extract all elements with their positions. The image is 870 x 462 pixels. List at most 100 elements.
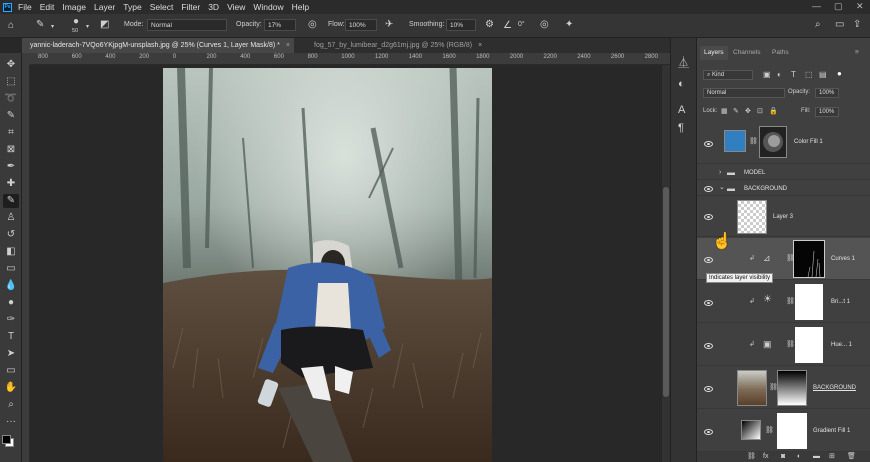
layer-name[interactable]: Bri...t 1: [831, 299, 850, 305]
history-brush-icon[interactable]: ↺: [3, 228, 19, 242]
quick-select-tool-icon[interactable]: ✎: [3, 109, 19, 123]
brush-settings-icon[interactable]: ◩: [100, 20, 109, 30]
menu-layer[interactable]: Layer: [94, 2, 115, 12]
lock-all-icon[interactable]: 🔒: [769, 107, 778, 117]
flow-field[interactable]: 100%: [345, 19, 377, 31]
layer-name[interactable]: Hue... 1: [831, 342, 852, 348]
share-icon[interactable]: ⇪: [853, 20, 861, 30]
fx-icon[interactable]: fx: [763, 452, 768, 462]
zoom-tool-icon[interactable]: ⌕: [3, 398, 19, 412]
hand-tool-icon[interactable]: ✋: [3, 381, 19, 395]
brush-tool-icon[interactable]: ✎: [36, 20, 44, 30]
brightness-adjustment-icon[interactable]: ☀: [763, 295, 772, 305]
layer-name[interactable]: Gradient Fill 1: [813, 428, 850, 434]
scrollbar-thumb[interactable]: [663, 187, 669, 397]
tab-paths[interactable]: Paths: [772, 46, 789, 59]
pen-tool-icon[interactable]: ✑: [3, 313, 19, 327]
layer-name[interactable]: MODEL: [744, 170, 765, 176]
crop-tool-icon[interactable]: ⌗: [3, 126, 19, 140]
layer-mask-thumbnail[interactable]: [777, 413, 807, 449]
menu-3d[interactable]: 3D: [208, 2, 219, 12]
layer-row-hue-1[interactable]: ↲ ▣ ⛓ Hue... 1: [697, 324, 870, 366]
eyedropper-tool-icon[interactable]: ✒: [3, 160, 19, 174]
canvas-vertical-scrollbar[interactable]: [662, 65, 670, 462]
eye-icon[interactable]: [704, 257, 713, 263]
more-tools-icon[interactable]: ···: [3, 415, 19, 429]
history-panel-icon[interactable]: ⏅: [678, 54, 689, 70]
layer-group-background[interactable]: ⌄ ▬ BACKGROUND: [697, 181, 870, 196]
menu-edit[interactable]: Edit: [40, 2, 55, 12]
move-tool-icon[interactable]: ✥: [3, 58, 19, 72]
menu-help[interactable]: Help: [292, 2, 309, 12]
tab-layers[interactable]: Layers: [700, 46, 728, 60]
layer-mask-thumbnail[interactable]: [795, 327, 823, 363]
document-image[interactable]: [163, 68, 492, 462]
layer-row-background-photo[interactable]: ⛓ BACKGROUND: [697, 367, 870, 409]
maximize-icon[interactable]: ▢: [834, 1, 843, 12]
background-color-swatch[interactable]: [2, 435, 11, 444]
new-layer-icon[interactable]: ⊞: [829, 452, 835, 462]
tab-fog-document[interactable]: fog_57_by_lumibear_d2g61mj.jpg @ 25% (RG…: [306, 38, 490, 53]
healing-tool-icon[interactable]: ✚: [3, 177, 19, 191]
eraser-tool-icon[interactable]: ◧: [3, 245, 19, 259]
adjustments-panel-icon[interactable]: ◐: [678, 78, 685, 90]
lock-position-icon[interactable]: ✥: [745, 107, 751, 117]
angle-value[interactable]: 0°: [518, 21, 525, 28]
eye-icon[interactable]: [704, 186, 713, 192]
smoothing-field[interactable]: 10%: [446, 19, 476, 31]
eye-icon[interactable]: [704, 429, 713, 435]
filter-type-icon[interactable]: T: [791, 70, 796, 80]
tab-channels[interactable]: Channels: [733, 46, 760, 59]
filter-adjustment-icon[interactable]: ◐: [777, 70, 782, 80]
menu-filter[interactable]: Filter: [181, 2, 200, 12]
menu-select[interactable]: Select: [150, 2, 174, 12]
shape-tool-icon[interactable]: ▭: [3, 364, 19, 378]
layer-mask-thumbnail[interactable]: [759, 126, 787, 158]
path-select-tool-icon[interactable]: ➤: [3, 347, 19, 361]
layer-row-color-fill-1[interactable]: ⛓ Color Fill 1: [697, 122, 870, 164]
trash-icon[interactable]: 🗑: [847, 452, 856, 462]
menu-image[interactable]: Image: [62, 2, 86, 12]
pressure-size-icon[interactable]: ◎: [540, 20, 549, 30]
lock-pixels-icon[interactable]: ✎: [733, 107, 739, 117]
blur-tool-icon[interactable]: 💧: [3, 279, 19, 293]
mode-select[interactable]: Normal: [147, 19, 227, 31]
minimize-icon[interactable]: —: [812, 1, 821, 11]
lock-artboard-icon[interactable]: ⊡: [757, 107, 763, 117]
layer-mask-thumbnail[interactable]: [777, 370, 807, 406]
layer-fill-field[interactable]: 100%: [815, 107, 839, 117]
chevron-right-icon[interactable]: ›: [719, 168, 721, 178]
layer-mask-thumbnail[interactable]: [793, 240, 825, 278]
eye-icon[interactable]: [704, 214, 713, 220]
link-icon[interactable]: ⛓: [749, 137, 758, 145]
lasso-tool-icon[interactable]: ➰: [3, 92, 19, 106]
brush-tool-icon[interactable]: ✎: [3, 194, 19, 208]
eye-icon[interactable]: [704, 300, 713, 306]
panel-menu-icon[interactable]: ≡: [855, 46, 859, 59]
filter-pixel-icon[interactable]: ▣: [763, 70, 771, 80]
link-icon[interactable]: ⛓: [786, 340, 795, 348]
new-group-icon[interactable]: ▬: [813, 452, 820, 462]
gradient-tool-icon[interactable]: ▭: [3, 262, 19, 276]
chevron-down-icon[interactable]: ⌄: [719, 183, 725, 193]
link-layers-icon[interactable]: ⛓: [747, 452, 756, 462]
paragraph-panel-icon[interactable]: ¶: [678, 122, 684, 134]
tab-yannic-document[interactable]: yannic-laderach-7VQo6YKjpgM-unsplash.jpg…: [22, 38, 294, 53]
layer-opacity-field[interactable]: 100%: [815, 88, 839, 98]
chevron-down-icon[interactable]: ▾: [86, 22, 89, 32]
filter-kind-select[interactable]: ⌕ Kind: [703, 70, 753, 80]
workspace-icon[interactable]: ▭: [835, 20, 844, 30]
character-panel-icon[interactable]: A: [678, 104, 685, 116]
new-adjustment-icon[interactable]: ◐: [797, 452, 801, 462]
layer-group-model[interactable]: › ▬ MODEL: [697, 165, 870, 180]
home-icon[interactable]: ⌂: [8, 21, 14, 31]
pressure-opacity-icon[interactable]: ◎: [308, 20, 317, 30]
layer-name[interactable]: BACKGROUND: [813, 385, 856, 391]
hue-saturation-adjustment-icon[interactable]: ▣: [763, 339, 772, 349]
blend-mode-select[interactable]: Normal: [703, 88, 785, 98]
stamp-tool-icon[interactable]: ♙: [3, 211, 19, 225]
dodge-tool-icon[interactable]: ●: [3, 296, 19, 310]
menu-type[interactable]: Type: [123, 2, 141, 12]
layer-name[interactable]: Color Fill 1: [794, 139, 823, 145]
gear-icon[interactable]: ⚙: [485, 20, 494, 30]
